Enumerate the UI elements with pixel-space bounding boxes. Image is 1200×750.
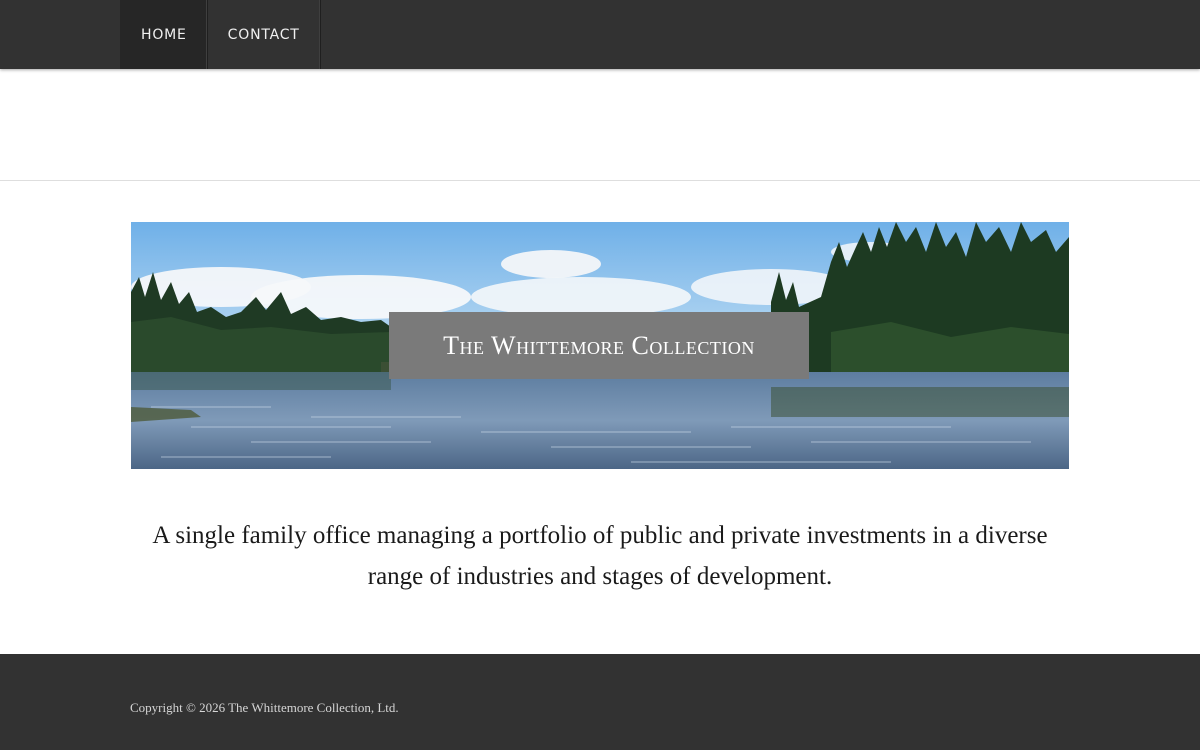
page-footer: Copyright © 2026 The Whittemore Collecti…	[0, 654, 1200, 750]
main-menu: HOME CONTACT	[120, 0, 321, 69]
nav-contact-link[interactable]: CONTACT	[208, 0, 321, 69]
top-navigation-bar: HOME CONTACT	[0, 0, 1200, 69]
hero-banner: The Whittemore Collection	[131, 222, 1069, 469]
nav-home-link[interactable]: HOME	[121, 0, 208, 69]
banner-title: The Whittemore Collection	[389, 312, 809, 379]
header-spacer	[0, 69, 1200, 181]
copyright-text: Copyright © 2026 The Whittemore Collecti…	[130, 700, 399, 715]
tagline-text: A single family office managing a portfo…	[152, 522, 1048, 590]
